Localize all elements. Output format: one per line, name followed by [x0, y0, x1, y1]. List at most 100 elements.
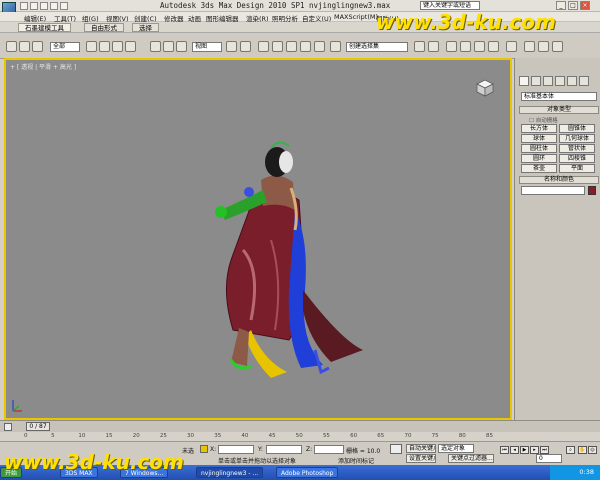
object-name-input[interactable] — [521, 186, 585, 195]
pyramid-button[interactable]: 四棱锥 — [559, 154, 595, 163]
go-to-end-icon[interactable]: ⏭ — [540, 446, 549, 454]
link-icon[interactable] — [6, 41, 17, 52]
window-crossing-icon[interactable] — [125, 41, 136, 52]
axis-tripod-icon — [12, 400, 22, 412]
rendered-frame-icon[interactable] — [538, 41, 549, 52]
go-to-start-icon[interactable]: ⏮ — [500, 446, 509, 454]
select-by-name-icon[interactable] — [99, 41, 110, 52]
sphere-button[interactable]: 球体 — [521, 134, 557, 143]
timeline-tick-label: 0 — [24, 433, 28, 439]
unlink-icon[interactable] — [19, 41, 30, 52]
minimize-button[interactable]: _ — [556, 1, 566, 10]
motion-tab-icon[interactable] — [555, 76, 565, 86]
geosphere-button[interactable]: 几何球体 — [559, 134, 595, 143]
selection-filter-dropdown[interactable]: 全部 — [50, 42, 80, 52]
plane-button[interactable]: 平面 — [559, 164, 595, 173]
object-category-dropdown[interactable]: 标准基本体 — [521, 92, 597, 101]
add-time-tag-label[interactable]: 添加时间标记 — [338, 456, 374, 465]
timeline-tick-label: 55 — [322, 433, 330, 439]
utilities-tab-icon[interactable] — [579, 76, 589, 86]
y-coordinate-input[interactable] — [266, 445, 302, 454]
current-frame-input[interactable]: 0 — [536, 454, 562, 463]
tab-selection[interactable]: 选择 — [132, 23, 159, 32]
timeline-tick-label: 70 — [404, 433, 412, 439]
save-file-icon[interactable] — [40, 2, 48, 10]
undo-icon[interactable] — [50, 2, 58, 10]
scale-icon[interactable] — [176, 41, 187, 52]
zoom-icon[interactable]: ⌕ — [566, 446, 575, 454]
viewcube-icon[interactable] — [474, 78, 496, 98]
render-setup-icon[interactable] — [524, 41, 535, 52]
percent-snap-icon[interactable] — [300, 41, 311, 52]
pivot-center-icon[interactable] — [226, 41, 237, 52]
time-slider-thumb[interactable]: 0 / 87 — [26, 422, 50, 431]
hierarchy-tab-icon[interactable] — [543, 76, 553, 86]
task-max-file[interactable]: nvjinglingnew3 - ... — [196, 467, 264, 478]
search-input[interactable]: 键入关键字或短语 — [420, 1, 480, 10]
object-color-swatch[interactable] — [588, 186, 596, 195]
open-file-icon[interactable] — [30, 2, 38, 10]
tab-freeform[interactable]: 自由形式 — [84, 23, 124, 32]
select-object-icon[interactable] — [86, 41, 97, 52]
snaps-toggle-icon[interactable] — [272, 41, 283, 52]
angle-snap-icon[interactable] — [286, 41, 297, 52]
mirror-icon[interactable] — [414, 41, 425, 52]
curve-editor-icon[interactable] — [474, 41, 485, 52]
mini-curve-editor-icon[interactable] — [4, 423, 12, 431]
select-manipulate-icon[interactable] — [240, 41, 251, 52]
teapot-button[interactable]: 茶壶 — [521, 164, 557, 173]
timeline-ruler[interactable]: 0 5 10 15 20 25 30 35 40 45 50 55 60 65 70 75 80 85 — [0, 432, 600, 442]
create-tab-icon[interactable] — [519, 76, 529, 86]
spinner-snap-icon[interactable] — [314, 41, 325, 52]
cylinder-button[interactable]: 圆柱体 — [521, 144, 557, 153]
viewport-label[interactable]: + [ 透视 | 平滑 + 高光 ] — [10, 62, 76, 71]
named-selection-input[interactable]: 创建选择集 — [346, 42, 408, 52]
box-button[interactable]: 长方体 — [521, 124, 557, 133]
key-icon[interactable] — [390, 444, 402, 454]
orbit-icon[interactable]: ◎ — [588, 446, 597, 454]
new-file-icon[interactable] — [20, 2, 28, 10]
menu-maxscript[interactable]: MAXScript(M) — [334, 13, 378, 21]
edit-named-selection-icon[interactable] — [330, 41, 341, 52]
bind-space-warp-icon[interactable] — [32, 41, 43, 52]
modify-tab-icon[interactable] — [531, 76, 541, 86]
object-type-rollout[interactable]: 对象类型 — [519, 106, 599, 114]
previous-frame-icon[interactable]: ◂ — [510, 446, 519, 454]
lock-selection-icon[interactable] — [200, 445, 208, 453]
display-tab-icon[interactable] — [567, 76, 577, 86]
tube-button[interactable]: 管状体 — [559, 144, 595, 153]
rotate-icon[interactable] — [163, 41, 174, 52]
cone-button[interactable]: 圆锥体 — [559, 124, 595, 133]
task-photoshop[interactable]: Adobe Photoshop — [276, 467, 339, 478]
time-slider[interactable]: 0 / 87 — [0, 420, 600, 432]
layer-manager-icon[interactable] — [446, 41, 457, 52]
rectangular-selection-icon[interactable] — [112, 41, 123, 52]
tab-graphite-modeling[interactable]: 石墨建模工具 — [18, 23, 71, 32]
graphite-toggle-icon[interactable] — [460, 41, 471, 52]
move-icon[interactable] — [150, 41, 161, 52]
close-button[interactable]: × — [580, 1, 590, 10]
redo-icon[interactable] — [60, 2, 68, 10]
next-frame-icon[interactable]: ▸ — [530, 446, 539, 454]
x-coordinate-input[interactable] — [218, 445, 254, 454]
auto-key-button[interactable]: 自动关键点 — [406, 444, 436, 453]
z-coordinate-input[interactable] — [314, 445, 344, 454]
set-key-button[interactable]: 设置关键点 — [406, 454, 436, 463]
maximize-button[interactable]: □ — [568, 1, 578, 10]
schematic-view-icon[interactable] — [488, 41, 499, 52]
render-production-icon[interactable] — [552, 41, 563, 52]
perspective-viewport[interactable]: + [ 透视 | 平滑 + 高光 ] — [4, 58, 512, 420]
reference-coordinate-dropdown[interactable]: 视图 — [192, 42, 222, 52]
timeline-tick-label: 5 — [51, 433, 55, 439]
keyboard-shortcut-icon[interactable] — [258, 41, 269, 52]
torus-button[interactable]: 圆环 — [521, 154, 557, 163]
play-icon[interactable]: ▶ — [520, 446, 529, 454]
material-editor-icon[interactable] — [506, 41, 517, 52]
align-icon[interactable] — [428, 41, 439, 52]
key-filters-button[interactable]: 关键点过滤器... — [448, 454, 494, 463]
key-selection-dropdown[interactable]: 选定对象 — [438, 444, 474, 453]
pan-icon[interactable]: ✋ — [578, 446, 587, 454]
character-model[interactable] — [191, 140, 391, 380]
autogrid-checkbox[interactable]: ☐ 自动栅格 — [529, 116, 558, 124]
name-color-rollout[interactable]: 名称和颜色 — [519, 176, 599, 184]
